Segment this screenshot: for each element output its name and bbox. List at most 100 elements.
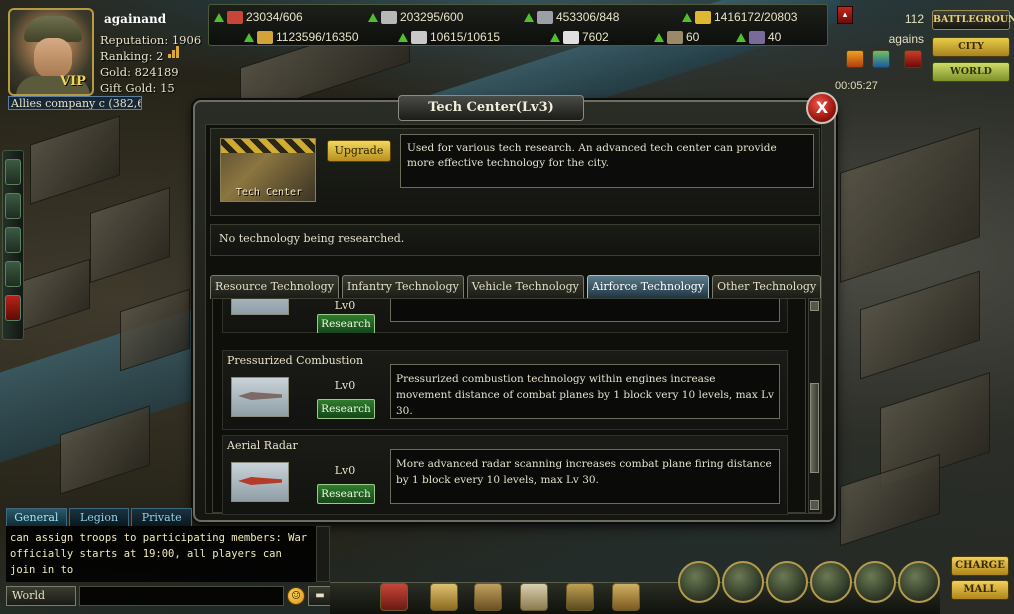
scroll-thumb[interactable] [810,383,819,473]
chat-input[interactable] [79,586,284,606]
tech-description: Pressurized combustion technology within… [390,364,780,419]
tab-infantry-technology[interactable]: Infantry Technology [341,275,464,299]
world-button[interactable]: WORLD [932,62,1010,82]
resource-value: 23034/606 [246,10,303,24]
tech-image [231,462,289,502]
map-building[interactable] [20,258,90,332]
resource-gold-bars: 1416172/20803 [682,8,797,26]
sidebar-button-icon[interactable] [5,227,21,253]
building-label: Tech Center [235,187,303,198]
mail-icon[interactable] [520,583,548,611]
player-avatar[interactable]: VIP [8,8,94,96]
chat-tabs: General Legion Private [6,508,193,526]
research-button[interactable]: Research [317,484,375,504]
building-description: Used for various tech research. An advan… [400,134,814,188]
resource-value: 60 [686,30,700,44]
face-graphic [34,38,72,78]
map-building[interactable] [840,127,980,283]
scroll-icon[interactable] [474,583,502,611]
scroll-up-icon[interactable] [810,301,819,311]
star-icon[interactable] [380,583,408,611]
gift-gold-text: Gift Gold: 15 [100,81,175,95]
close-button[interactable]: X [806,92,838,124]
menu-toggle-button[interactable]: ▴ [837,6,853,24]
resource-steel: 453306/848 [524,8,619,26]
sidebar-button-icon[interactable] [5,261,21,287]
mall-button[interactable]: MALL [951,580,1009,600]
tools-icon[interactable] [810,561,852,603]
sidebar-button-icon[interactable] [5,193,21,219]
resource-value: 453306/848 [556,10,620,24]
resource-value: 10615/10615 [430,30,501,44]
calendar-icon[interactable] [846,50,864,68]
arrow-up-icon [524,12,534,22]
smiley-icon[interactable]: ☺ [287,587,305,605]
map-building[interactable] [30,115,120,205]
research-button[interactable]: Research [317,399,375,419]
points-count: 112 [904,12,924,26]
tech-name: Pressurized Combustion [227,354,364,367]
arrow-up-icon [654,32,664,42]
hazard-stripe [221,139,315,153]
city-button[interactable]: CITY [932,37,1010,57]
handshake-icon[interactable] [430,583,458,611]
tab-vehicle-technology[interactable]: Vehicle Technology [466,275,584,299]
tab-other-technology[interactable]: Other Technology [712,275,822,299]
company-coordinate[interactable]: Allies company c (382,68) [8,96,142,110]
username-label: agains [888,32,924,46]
tech-image [231,377,289,417]
resource-money: 1123596/16350 [244,28,359,46]
arrow-up-icon [682,12,692,22]
player-stats: Reputation: 1906 Ranking: 2 Gold: 824189… [100,32,201,96]
gear-icon[interactable] [612,583,640,611]
steel-icon [537,10,553,24]
sidebar-button-icon[interactable] [5,159,21,185]
send-button[interactable]: ▬ [308,586,332,606]
book-icon [749,30,765,44]
medal-icon[interactable] [854,561,896,603]
food-icon [227,10,243,24]
resource-helmet: 60 [654,28,699,46]
tech-level: Lv0 [334,379,356,392]
tech-description: More advanced radar scanning increases c… [390,449,780,504]
chat-log[interactable]: can assign troops to participating membe… [6,526,316,582]
tech-row: Aerial Radar Lv0 Research More advanced … [222,435,788,515]
arrow-up-icon [244,32,254,42]
resource-value: 40 [768,30,782,44]
helmet-icon [667,30,683,44]
upgrade-button[interactable]: Upgrade [327,140,391,162]
resource-value: 203295/600 [400,10,464,24]
tech-list-scrollbar[interactable] [808,298,821,513]
tech-tabs: Resource Technology Infantry Technology … [210,275,822,299]
vehicle-icon[interactable] [898,561,940,603]
chat-input-row: World ☺ ▬ [6,585,336,607]
resource-value: 1123596/16350 [276,30,359,44]
research-button[interactable]: Research [317,314,375,333]
charge-button[interactable]: CHARGE [951,556,1009,576]
globe-icon[interactable] [872,50,890,68]
tank-icon[interactable] [722,561,764,603]
chat-tab-private[interactable]: Private [131,508,193,526]
left-sidebar [2,150,24,340]
chat-tab-legion[interactable]: Legion [68,508,130,526]
sidebar-button-icon[interactable] [5,295,21,321]
chat-channel-select[interactable]: World [6,586,76,606]
swords-icon[interactable] [566,583,594,611]
map-building[interactable] [860,270,980,380]
chat-tab-general[interactable]: General [6,508,67,526]
soldier-icon[interactable] [766,561,808,603]
resource-value: 1416172/20803 [714,10,798,24]
chat-side-controls[interactable] [316,526,330,582]
scroll-down-icon[interactable] [810,500,819,510]
reputation-text: Reputation: 1906 [100,33,202,47]
battleground-button[interactable]: BATTLEGROUND [932,10,1014,30]
resource-book: 40 [736,28,781,46]
tech-name: Aerial Radar [227,439,298,452]
map-building[interactable] [90,187,170,283]
flag-icon[interactable] [904,50,922,68]
chat-line: officially starts at 19:00, all players … [10,548,282,576]
general-icon[interactable] [678,561,720,603]
tab-resource-technology[interactable]: Resource Technology [210,275,339,299]
arrow-up-icon [368,12,378,22]
tab-airforce-technology[interactable]: Airforce Technology [586,275,710,299]
